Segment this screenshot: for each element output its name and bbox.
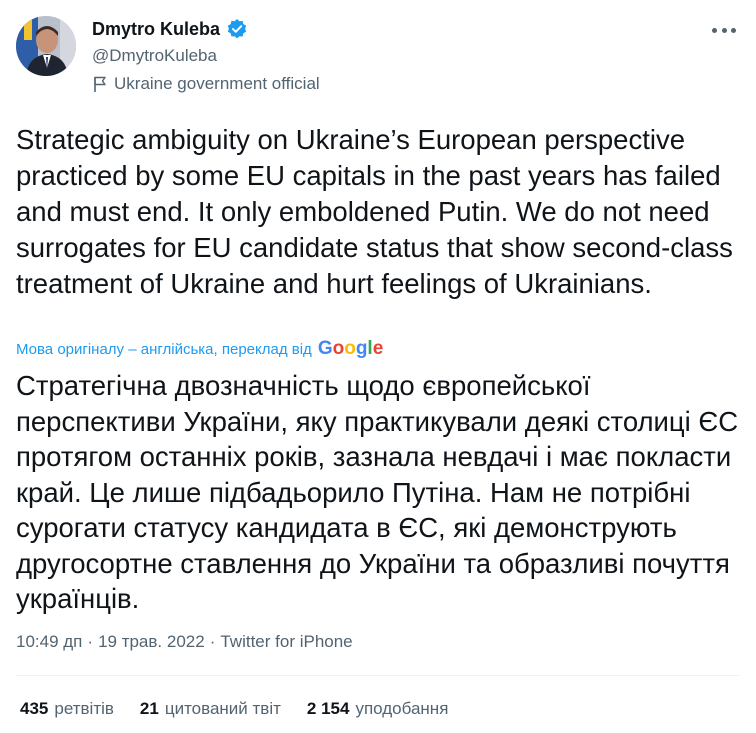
tweet-stats: 435 ретвітів 21 цитований твіт 2 154 упо… xyxy=(20,699,448,719)
retweets-stat[interactable]: 435 ретвітів xyxy=(20,699,114,719)
avatar[interactable] xyxy=(16,16,76,76)
avatar-image xyxy=(16,16,76,76)
likes-stat[interactable]: 2 154 уподобання xyxy=(307,699,449,719)
quote-tweets-stat[interactable]: 21 цитований твіт xyxy=(140,699,281,719)
flag-icon xyxy=(92,75,108,93)
quote-tweets-label: цитований твіт xyxy=(164,699,281,718)
translated-tweet-text: Стратегічна двозначність щодо європейськ… xyxy=(16,370,739,614)
tweet-text: Strategic ambiguity on Ukraine’s Europea… xyxy=(16,124,733,299)
google-logo: Google xyxy=(317,338,384,359)
account-label: Ukraine government official xyxy=(92,74,320,94)
author-name-row[interactable]: Dmytro Kuleba xyxy=(92,16,248,42)
account-label-text: Ukraine government official xyxy=(114,74,320,93)
retweets-count: 435 xyxy=(20,699,49,718)
tweet-date[interactable]: 19 трав. 2022 xyxy=(98,632,205,652)
translation-attribution[interactable]: Мова оригіналу – англійська, переклад ві… xyxy=(16,338,383,360)
tweet-metadata: 10:49 дп · 19 трав. 2022 · Twitter for i… xyxy=(16,632,353,652)
tweet-source[interactable]: Twitter for iPhone xyxy=(220,632,352,652)
meta-separator: · xyxy=(209,632,216,651)
translation-note: Мова оригіналу – англійська, переклад ві… xyxy=(16,340,312,358)
quote-tweets-count: 21 xyxy=(139,699,159,718)
tweet: Dmytro Kuleba @DmytroKuleba Ukraine gove… xyxy=(0,0,756,733)
verified-badge-icon xyxy=(226,18,248,40)
divider xyxy=(16,675,740,676)
likes-label: уподобання xyxy=(355,699,449,718)
likes-count: 2 154 xyxy=(306,699,350,718)
tweet-time[interactable]: 10:49 дп xyxy=(16,632,82,652)
author-display-name[interactable]: Dmytro Kuleba xyxy=(92,19,220,40)
author-handle[interactable]: @DmytroKuleba xyxy=(92,46,217,66)
retweets-label: ретвітів xyxy=(54,699,114,718)
meta-separator: · xyxy=(87,632,94,651)
more-options-icon[interactable] xyxy=(712,22,736,38)
